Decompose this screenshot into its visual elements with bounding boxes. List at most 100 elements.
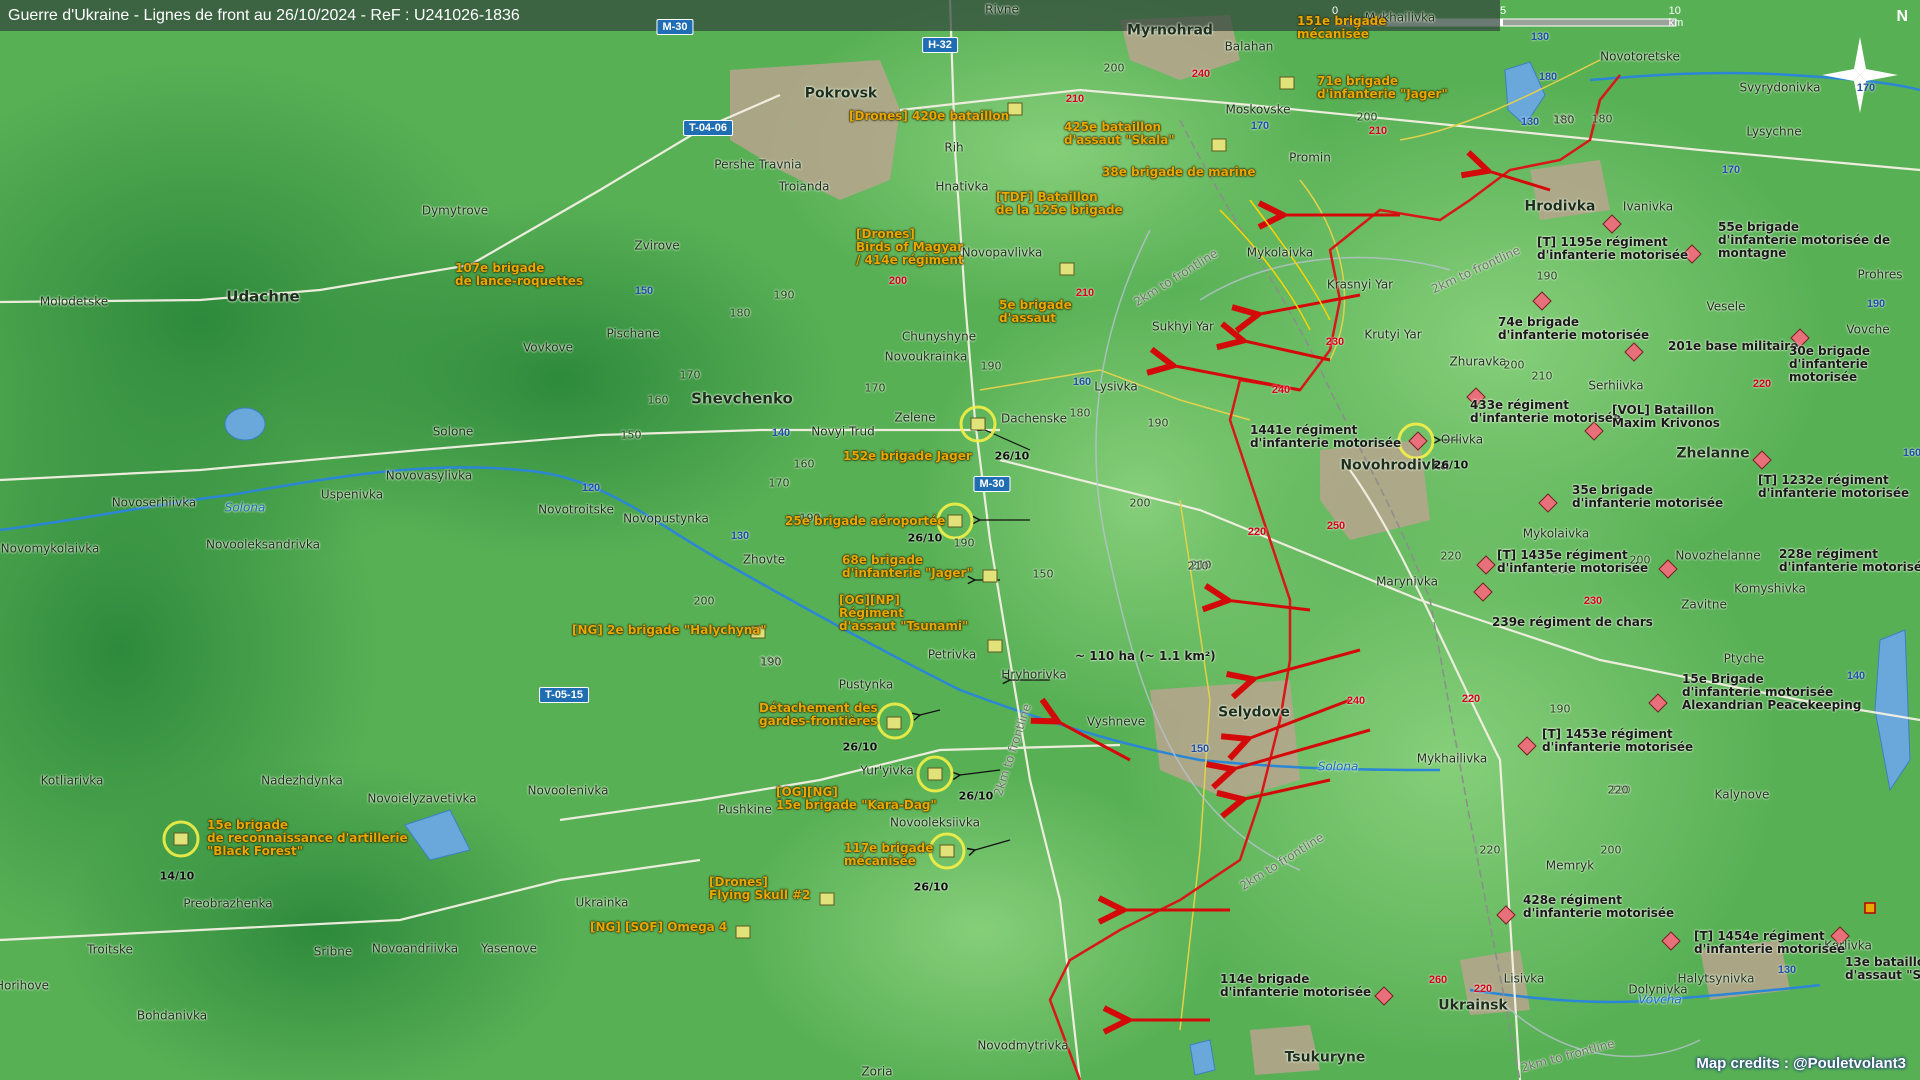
ru-unit-13-battalion[interactable]: 13e bataillond'assaut "So: [1845, 956, 1920, 982]
place-vovkove: Vovkove: [522, 340, 574, 355]
road-number: 140: [771, 427, 791, 439]
place-lysychne: Lysychne: [1746, 124, 1802, 139]
ua-unit-black-forest[interactable]: 15e brigade de reconnaissance d'artilleri…: [207, 819, 408, 858]
place-moskovske: Moskovske: [1225, 102, 1291, 117]
ru-unit-1435-regiment[interactable]: [T] 1435e régiment d'infanterie motorisée: [1497, 549, 1648, 575]
place-pershe-travnia: Pershe Travnia: [714, 157, 802, 172]
place-vovche: Vovche: [1846, 322, 1890, 337]
altitude-label: 190: [760, 655, 782, 669]
place-zhovte: Zhovte: [742, 552, 786, 567]
place-dachenske: Dachenske: [1001, 411, 1067, 426]
place-pustynka: Pustynka: [838, 677, 894, 692]
ua-unit-border-guards[interactable]: Détachement des gardes-frontières: [759, 702, 878, 728]
ua-unit-71-brigade[interactable]: 71e brigade d'infanterie "Jager": [1317, 75, 1448, 101]
place-novooleksiivka: Novooleksiivka: [890, 815, 980, 830]
ru-unit-228-regiment[interactable]: 228e régiment d'infanterie motorisée: [1779, 548, 1920, 574]
update-date: 14/10: [159, 869, 195, 883]
road-number: 240: [1191, 68, 1211, 80]
ru-unit-433-regiment[interactable]: 433e régiment d'infanterie motorisée: [1470, 399, 1621, 425]
ua-unit-tsunami[interactable]: [OG][NP] Régiment d'assaut "Tsunami": [839, 594, 968, 633]
place-novoielyzavetivka: Novoielyzavetivka: [367, 791, 477, 806]
ua-unit-420-battalion[interactable]: [Drones] 420e bataillon: [849, 110, 1009, 123]
ru-unit-239-tanks[interactable]: 239e régiment de chars: [1492, 616, 1653, 629]
place-zvirove: Zvirove: [634, 238, 680, 253]
place-krasnyi-yar: Krasnyi Yar: [1326, 277, 1394, 292]
ru-unit-55-brigade[interactable]: 55e brigade d'infanterie motorisée de mont…: [1718, 221, 1890, 260]
ua-unit-38-marines[interactable]: 38e brigade de marine: [1102, 166, 1255, 179]
ua-unit-flying-skull[interactable]: [Drones] Flying Skull #2: [709, 876, 811, 902]
place-novotoretske: Novotoretske: [1600, 49, 1680, 64]
road-number: 170: [1250, 120, 1270, 132]
ru-unit-74-brigade[interactable]: 74e brigade d'infanterie motorisée: [1498, 316, 1649, 342]
ru-unit-35-brigade[interactable]: 35e brigade d'infanterie motorisée: [1572, 484, 1723, 510]
place-novoandriivka: Novoandriivka: [371, 941, 459, 956]
place-bohdanivka: Bohdanivka: [136, 1008, 208, 1023]
ru-unit-201-base[interactable]: 201e base militaire: [1668, 340, 1798, 353]
ru-unit-1454-regiment[interactable]: [T] 1454e régiment d'infanterie motorisée: [1694, 930, 1845, 956]
road-number: 240: [1271, 384, 1291, 396]
place-ukrainka: Ukrainka: [575, 895, 629, 910]
altitude-label: 180: [1553, 113, 1575, 127]
road-number: 170: [1856, 82, 1876, 94]
ua-unit-152-jager[interactable]: 152e brigade Jager: [843, 450, 972, 463]
altitude-label: 190: [773, 288, 795, 302]
ru-unit-15-brigade-peacekeeping[interactable]: 15e Brigade d'infanterie motorisée Alexand…: [1682, 673, 1861, 712]
ua-unit-tdf-125[interactable]: [TDF] Bataillon de la 125e brigade: [996, 191, 1123, 217]
place-troitske: Troitske: [87, 942, 133, 957]
ru-unit-maxim-krivonos[interactable]: [VOL] Bataillon Maxim Krivonos: [1612, 404, 1720, 430]
ru-unit-428-regiment[interactable]: 428e régiment d'infanterie motorisée: [1523, 894, 1674, 920]
altitude-label: 150: [620, 428, 642, 442]
altitude-label: 220: [1440, 549, 1462, 563]
map-canvas[interactable]: Guerre d'Ukraine - Lignes de front au 26…: [0, 0, 1920, 1080]
altitude-label: 170: [864, 381, 886, 395]
ru-unit-1232-regiment[interactable]: [T] 1232e régiment d'infanterie motorisée: [1758, 474, 1909, 500]
road-shield-m30-south: M-30: [973, 476, 1011, 492]
place-hrodivka: Hrodivka: [1524, 198, 1596, 215]
ua-unit-107-brigade[interactable]: 107e brigade de lance-roquettes: [455, 262, 583, 288]
ua-unit-omega-4[interactable]: [NG] [SOF] Omega 4: [590, 921, 727, 934]
altitude-label: 210: [1531, 369, 1553, 383]
place-molodetske: Molodetske: [39, 294, 109, 309]
ua-unit-5-assault[interactable]: 5e brigade d'assaut: [999, 299, 1072, 325]
area-gain-annotation: ~ 110 ha (~ 1.1 km²): [1075, 649, 1216, 663]
map-credits: Map credits : @Pouletvolant3: [1696, 1055, 1906, 1072]
road-number: 160: [1902, 447, 1920, 459]
ru-unit-30-brigade[interactable]: 30e brigade d'infanterie motorisée: [1789, 345, 1870, 384]
ua-unit-25-airborne[interactable]: 25e brigade aéroportée: [785, 515, 945, 528]
title-bar: Guerre d'Ukraine - Lignes de front au 26…: [0, 0, 1683, 31]
altitude-label: 220: [1607, 783, 1629, 797]
ua-unit-151-brigade[interactable]: 151e brigade mécanisée: [1297, 15, 1386, 41]
north-arrow-icon: N: [1896, 8, 1908, 25]
place-myrnohrad: Myrnohrad: [1127, 22, 1213, 39]
place-halytsynivka: Halytsynivka: [1677, 971, 1755, 986]
place-serhiivka: Serhiivka: [1588, 378, 1644, 393]
ua-unit-68-jager[interactable]: 68e brigade d'infanterie "Jager": [842, 554, 973, 580]
road-number: 210: [1075, 287, 1095, 299]
ua-unit-birds-of-magyar[interactable]: [Drones] Birds of Magyar/ 414e régiment: [856, 228, 964, 267]
map-title: Guerre d'Ukraine - Lignes de front au 26…: [8, 7, 520, 24]
update-date: 26/10: [907, 531, 943, 545]
altitude-label: 160: [647, 393, 669, 407]
place-tsukuryne: Tsukuryne: [1284, 1049, 1366, 1066]
ru-unit-1453-regiment[interactable]: [T] 1453e régiment d'infanterie motorisée: [1542, 728, 1693, 754]
ua-unit-kara-dag[interactable]: [OG][NG] 15e brigade "Kara-Dag": [776, 786, 937, 812]
place-sukhyi-yar: Sukhyi Yar: [1152, 319, 1214, 334]
altitude-label: 210: [1187, 559, 1209, 573]
ua-unit-117-brigade[interactable]: 117e brigade mécanisée: [844, 842, 933, 868]
road-shield-h32: H-32: [922, 37, 958, 53]
place-petrivka: Petrivka: [927, 647, 977, 662]
road-number: 220: [1752, 378, 1772, 390]
ru-unit-1441-regiment[interactable]: 1441e régiment d'infanterie motorisée: [1250, 424, 1401, 450]
place-svyrydonivka: Svyrydonivka: [1739, 80, 1821, 95]
place-nadezhdynka: Nadezhdynka: [261, 773, 343, 788]
altitude-label: 200: [1103, 61, 1125, 75]
ru-unit-114-brigade[interactable]: 114e brigade d'infanterie motorisée: [1220, 973, 1371, 999]
ua-unit-425-battalion[interactable]: 425e bataillon d'assaut "Skala": [1064, 121, 1175, 147]
road-number: 130: [1520, 116, 1540, 128]
ru-unit-1195-regiment[interactable]: [T] 1195e régiment d'infanterie motorisée: [1537, 236, 1688, 262]
place-lysivka: Lysivka: [1094, 379, 1138, 394]
ua-unit-halychyna[interactable]: [NG] 2e brigade "Halychyna": [572, 624, 767, 637]
place-novovasylivka: Novovasylivka: [385, 468, 473, 483]
place-krutyi-yar: Krutyi Yar: [1364, 327, 1422, 342]
place-novooleksandrivka: Novooleksandrivka: [205, 537, 321, 552]
